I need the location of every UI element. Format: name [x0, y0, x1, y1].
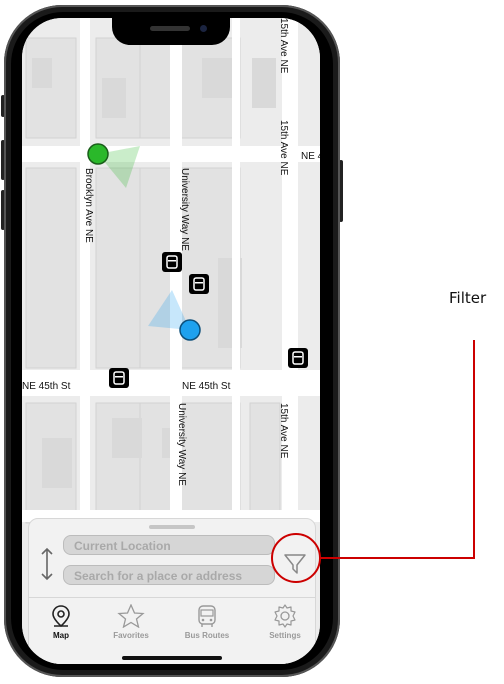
filter-callout-label: Filter — [449, 289, 487, 307]
notch — [112, 18, 230, 45]
filter-callout — [271, 340, 475, 583]
speaker-grille — [150, 26, 190, 31]
callout-connector-line — [320, 340, 475, 559]
front-camera — [200, 25, 207, 32]
filter-highlight-circle — [271, 533, 321, 583]
